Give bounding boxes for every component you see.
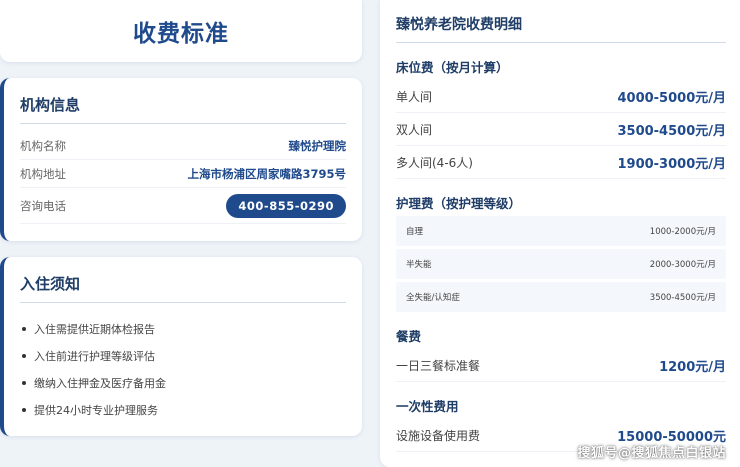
notice-text: 入住前进行护理等级评估 <box>34 349 155 363</box>
bullet-icon <box>22 326 26 331</box>
title-card: 收费标准 <box>0 0 362 62</box>
fee-details-card: 臻悦养老院收费明细 床位费（按月计算） 单人间 4000-5000元/月 双人间… <box>380 0 740 467</box>
list-item: 缴纳入住押金及医疗备用金 <box>20 369 346 396</box>
info-label: 机构地址 <box>20 166 66 181</box>
notice-text: 提供24小时专业护理服务 <box>34 403 158 417</box>
info-row-phone: 咨询电话 400-855-0290 <box>20 188 346 224</box>
fee-name: 一日三餐标准餐 <box>396 358 481 373</box>
notice-list: 入住需提供近期体检报告 入住前进行护理等级评估 缴纳入住押金及医疗备用金 提供2… <box>20 315 346 423</box>
info-label: 机构名称 <box>20 138 66 153</box>
fee-price: 2000-3000元/月 <box>649 260 716 270</box>
onetime-fee-section-title: 一次性费用 <box>396 399 459 414</box>
page-title: 收费标准 <box>133 21 229 47</box>
fee-price: 1900-3000元/月 <box>617 156 726 172</box>
info-row-name: 机构名称 臻悦护理院 <box>20 132 346 160</box>
fee-row: 多人间(4-6人) 1900-3000元/月 <box>396 146 726 179</box>
admission-notice-title: 入住须知 <box>20 273 346 303</box>
meal-fee-section-title: 餐费 <box>396 329 422 344</box>
fee-row: 单人间 4000-5000元/月 <box>396 80 726 113</box>
list-item: 入住前进行护理等级评估 <box>20 342 346 369</box>
bullet-icon <box>22 407 26 412</box>
institution-name: 臻悦护理院 <box>288 138 347 153</box>
institution-info-list: 机构名称 臻悦护理院 机构地址 上海市杨浦区周家嘴路3795号 咨询电话 400… <box>20 132 346 224</box>
admission-notice-card: 入住须知 入住需提供近期体检报告 入住前进行护理等级评估 缴纳入住押金及医疗备用… <box>0 257 362 436</box>
list-item: 提供24小时专业护理服务 <box>20 396 346 423</box>
care-fee-row: 全失能/认知症 3500-4500元/月 <box>396 282 726 312</box>
fee-price: 1200元/月 <box>659 359 726 375</box>
fee-name: 全失能/认知症 <box>406 293 460 303</box>
list-item: 入住需提供近期体检报告 <box>20 315 346 342</box>
bullet-icon <box>22 380 26 385</box>
fee-name: 设施设备使用费 <box>396 428 481 443</box>
fee-name: 双人间 <box>396 122 433 137</box>
care-fee-row: 半失能 2000-3000元/月 <box>396 249 726 279</box>
fee-price: 1000-2000元/月 <box>649 227 716 237</box>
institution-info-card: 机构信息 机构名称 臻悦护理院 机构地址 上海市杨浦区周家嘴路3795号 咨询电… <box>0 78 362 241</box>
fee-name: 自理 <box>406 227 424 237</box>
fee-name: 半失能 <box>406 260 432 270</box>
institution-info-title: 机构信息 <box>20 94 346 124</box>
bullet-icon <box>22 353 26 358</box>
info-row-address: 机构地址 上海市杨浦区周家嘴路3795号 <box>20 160 346 188</box>
phone-button[interactable]: 400-855-0290 <box>226 193 346 218</box>
bed-fee-section-title: 床位费（按月计算） <box>396 60 509 75</box>
fee-price: 3500-4500元/月 <box>617 123 726 139</box>
info-label: 咨询电话 <box>20 198 66 213</box>
watermark: 搜狐号@搜狐焦点白银站 <box>577 446 726 461</box>
fee-price: 4000-5000元/月 <box>617 90 726 106</box>
fee-price: 3500-4500元/月 <box>649 293 716 303</box>
notice-text: 入住需提供近期体检报告 <box>34 322 155 336</box>
fee-details-title: 臻悦养老院收费明细 <box>396 14 726 43</box>
care-fee-section-title: 护理费（按护理等级） <box>396 196 522 211</box>
fee-name: 多人间(4-6人) <box>396 155 473 170</box>
institution-address: 上海市杨浦区周家嘴路3795号 <box>187 166 346 181</box>
notice-text: 缴纳入住押金及医疗备用金 <box>34 376 166 390</box>
care-fee-row: 自理 1000-2000元/月 <box>396 216 726 246</box>
fee-row: 一日三餐标准餐 1200元/月 <box>396 349 726 382</box>
fee-row: 双人间 3500-4500元/月 <box>396 113 726 146</box>
fee-name: 单人间 <box>396 89 433 104</box>
